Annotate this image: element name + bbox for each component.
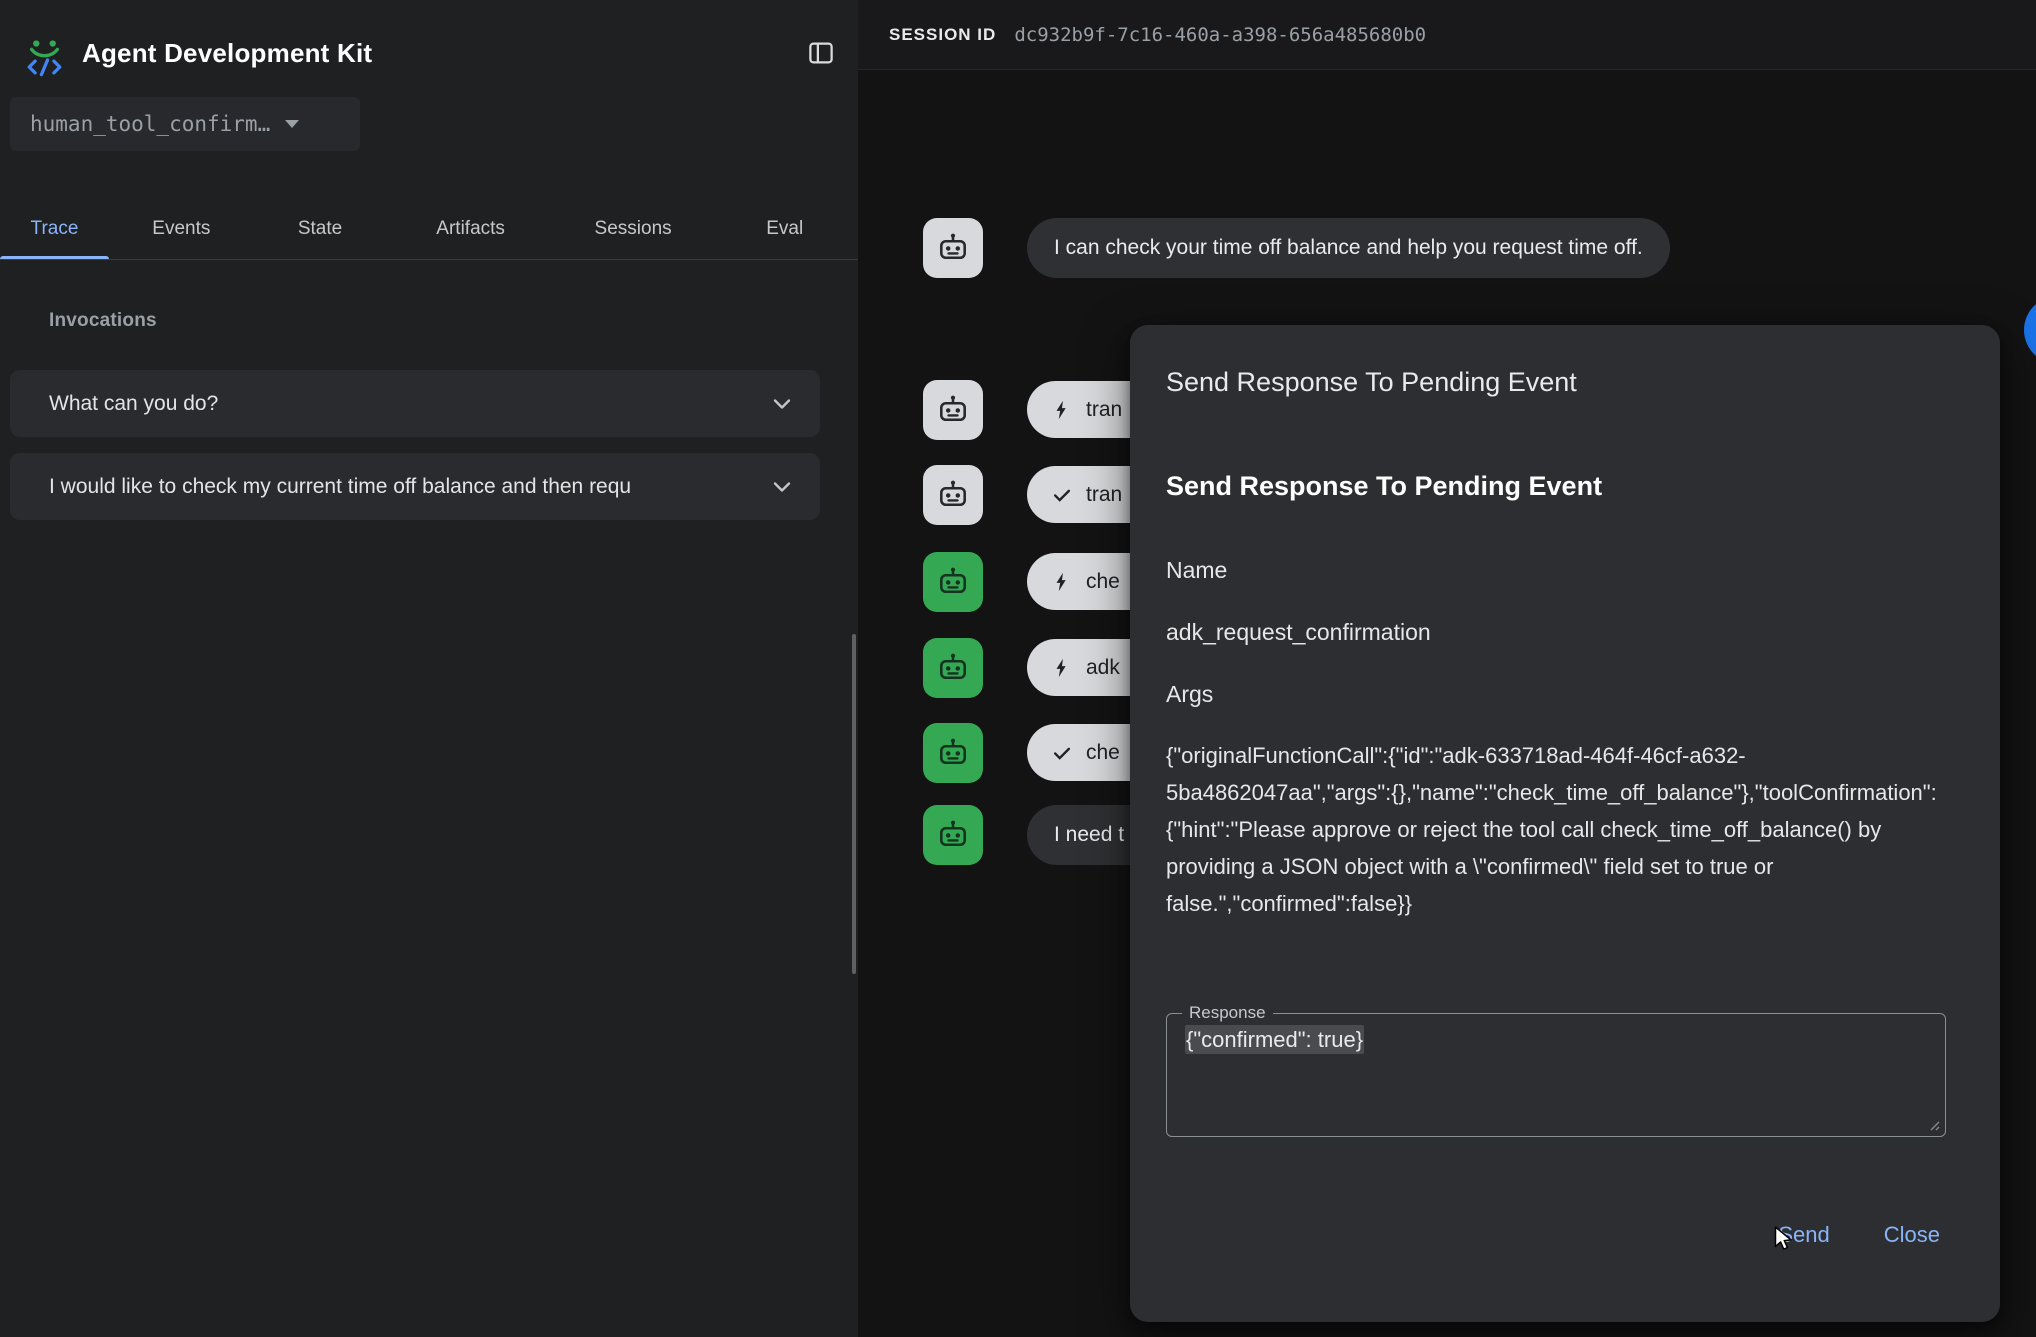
- chevron-down-icon: [768, 390, 796, 418]
- panel-collapse-icon: [806, 38, 836, 68]
- dialog-actions: Send Close: [1130, 1215, 2000, 1255]
- bot-avatar: [923, 380, 983, 440]
- resize-handle-icon[interactable]: [1926, 1117, 1940, 1131]
- name-value: adk_request_confirmation: [1166, 619, 1431, 646]
- chip-label: che: [1086, 741, 1120, 765]
- tab-eval[interactable]: Eval: [711, 199, 858, 259]
- tab-sessions[interactable]: Sessions: [555, 199, 712, 259]
- agent-avatar: [923, 723, 983, 783]
- tab-state[interactable]: State: [254, 199, 387, 259]
- invocation-item-text: What can you do?: [49, 392, 754, 416]
- bolt-icon: [1051, 571, 1073, 593]
- app-title: Agent Development Kit: [82, 38, 372, 69]
- dialog-heading: Send Response To Pending Event: [1166, 471, 1602, 502]
- name-label: Name: [1166, 557, 1227, 584]
- robot-icon: [935, 735, 971, 771]
- tab-artifacts-label: Artifacts: [436, 218, 505, 240]
- send-response-dialog: Send Response To Pending Event Send Resp…: [1130, 325, 2000, 1322]
- collapse-panel-button[interactable]: [806, 38, 836, 68]
- agent-select-value: human_tool_confirm…: [30, 112, 270, 136]
- agent-select-dropdown[interactable]: human_tool_confirm…: [10, 97, 360, 151]
- session-bar: SESSION ID dc932b9f-7c16-460a-a398-656a4…: [858, 0, 2036, 70]
- caret-down-icon: [284, 119, 300, 129]
- send-button[interactable]: Send: [1778, 1215, 1829, 1255]
- robot-icon: [935, 817, 971, 853]
- tab-events[interactable]: Events: [109, 199, 254, 259]
- bot-avatar: [923, 465, 983, 525]
- tab-bar: Trace Events State Artifacts Sessions Ev…: [0, 199, 858, 260]
- response-field-value: {"confirmed": true}: [1185, 1027, 1364, 1053]
- check-icon: [1051, 742, 1073, 764]
- response-field-label: Response: [1182, 1003, 1273, 1023]
- robot-icon: [935, 650, 971, 686]
- chip-label: tran: [1086, 483, 1122, 507]
- chat-message-row: I can check your time off balance and he…: [923, 218, 1670, 278]
- sidebar: Agent Development Kit human_tool_confirm…: [0, 0, 858, 1337]
- chip-label: adk: [1086, 656, 1120, 680]
- agent-avatar: [923, 638, 983, 698]
- invocations-heading: Invocations: [49, 310, 157, 332]
- session-id-label: SESSION ID: [889, 25, 996, 45]
- chevron-down-icon: [768, 473, 796, 501]
- tab-trace-label: Trace: [31, 218, 79, 240]
- session-id-value: dc932b9f-7c16-460a-a398-656a485680b0: [1014, 24, 1426, 46]
- robot-icon: [935, 230, 971, 266]
- invocation-item-1[interactable]: What can you do?: [10, 370, 820, 437]
- response-textarea[interactable]: Response {"confirmed": true}: [1166, 1013, 1946, 1137]
- chip-label: tran: [1086, 398, 1122, 422]
- args-label: Args: [1166, 681, 1213, 708]
- robot-icon: [935, 564, 971, 600]
- tab-state-label: State: [298, 218, 342, 240]
- bolt-icon: [1051, 399, 1073, 421]
- bot-avatar: [923, 218, 983, 278]
- sidebar-header: Agent Development Kit: [21, 29, 836, 77]
- adk-logo-icon: [21, 30, 68, 77]
- tab-sessions-label: Sessions: [595, 218, 672, 240]
- tab-eval-label: Eval: [766, 218, 803, 240]
- bot-message-bubble: I can check your time off balance and he…: [1027, 218, 1670, 278]
- robot-icon: [935, 477, 971, 513]
- tab-artifacts[interactable]: Artifacts: [386, 199, 554, 259]
- close-button[interactable]: Close: [1884, 1215, 1940, 1255]
- bolt-icon: [1051, 657, 1073, 679]
- scrollbar-thumb[interactable]: [852, 634, 856, 974]
- invocation-item-text: I would like to check my current time of…: [49, 475, 754, 499]
- tab-events-label: Events: [152, 218, 210, 240]
- check-icon: [1051, 484, 1073, 506]
- invocation-item-2[interactable]: I would like to check my current time of…: [10, 453, 820, 520]
- args-json: {"originalFunctionCall":{"id":"adk-63371…: [1166, 737, 1948, 922]
- robot-icon: [935, 392, 971, 428]
- dialog-title: Send Response To Pending Event: [1166, 367, 1577, 398]
- chip-label: che: [1086, 570, 1120, 594]
- agent-avatar: [923, 552, 983, 612]
- tab-trace[interactable]: Trace: [0, 199, 109, 259]
- agent-avatar: [923, 805, 983, 865]
